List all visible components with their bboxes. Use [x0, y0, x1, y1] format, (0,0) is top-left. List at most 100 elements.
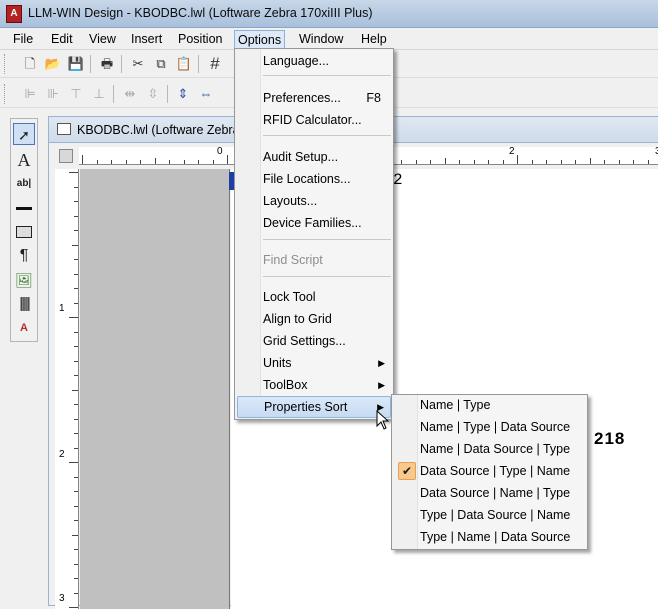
ruler-tick — [72, 534, 78, 536]
sort-datasource-name-type[interactable]: Data Source | Name | Type — [394, 483, 585, 503]
open-folder-icon[interactable]: 📂 — [43, 54, 63, 74]
ruler-tick — [589, 158, 591, 164]
ruler-tick — [74, 404, 78, 405]
ruler-label: 2 — [59, 449, 65, 460]
ruler-tick — [140, 160, 141, 164]
menu-help[interactable]: Help — [358, 31, 390, 48]
ruler-tick — [198, 160, 199, 164]
menu-item-lock-tool[interactable]: Lock Tool — [237, 287, 391, 307]
ruler-tick — [74, 418, 78, 420]
menu-item-label: Find Script — [263, 253, 323, 267]
align-right-icon[interactable]: ⊪ — [43, 84, 63, 104]
title-bar: A LLM-WIN Design - KBODBC.lwl (Loftware … — [0, 0, 658, 28]
menu-item-layouts[interactable]: Layouts... — [237, 191, 391, 211]
toolbar-separator — [121, 55, 122, 73]
ruler-tick — [74, 433, 78, 434]
menu-item-align-to-grid[interactable]: Align to Grid — [237, 309, 391, 329]
ruler-tick — [401, 160, 402, 164]
ruler-label: 1 — [59, 303, 65, 314]
save-icon[interactable]: 💾 — [66, 54, 86, 74]
ruler-tick — [74, 491, 78, 492]
sort-datasource-type-name[interactable]: ✔ Data Source | Type | Name — [394, 461, 585, 481]
ruler-tick — [531, 160, 533, 164]
menu-item-label: Language... — [263, 54, 330, 68]
menu-item-language[interactable]: Language... — [237, 51, 391, 71]
submenu-arrow-icon: ▶ — [378, 358, 385, 368]
ruler-tick — [74, 592, 78, 594]
menu-item-label: Lock Tool — [263, 290, 316, 304]
menu-separator — [263, 75, 391, 76]
ruler-tick — [74, 215, 78, 217]
toolbar-grip[interactable] — [4, 84, 7, 104]
center-vertical-icon[interactable]: ⇕ — [173, 84, 193, 104]
menu-item-label: Name | Data Source | Type — [420, 442, 571, 456]
menu-options[interactable]: Options — [234, 30, 286, 50]
menu-position[interactable]: Position — [175, 31, 225, 48]
space-horizontal-icon[interactable]: ⇹ — [120, 84, 140, 104]
ruler-tick — [74, 288, 78, 289]
sort-name-type[interactable]: Name | Type — [394, 395, 585, 415]
copy-icon[interactable]: ⧉ — [151, 54, 171, 74]
paragraph-tool-icon[interactable]: ¶ — [13, 245, 35, 267]
ruler-tick — [74, 230, 78, 231]
cut-icon[interactable]: ✂ — [128, 54, 148, 74]
line-tool-icon[interactable] — [13, 197, 35, 219]
menu-edit[interactable]: Edit — [48, 31, 76, 48]
rectangle-tool-icon[interactable] — [13, 221, 35, 243]
ruler-tick — [430, 160, 431, 164]
barcode-tool-icon[interactable]: ||||| — [13, 293, 35, 315]
ruler-tick — [125, 160, 127, 164]
ruler-tick — [647, 160, 649, 164]
sort-name-type-datasource[interactable]: Name | Type | Data Source — [394, 417, 585, 437]
field-tool-icon[interactable]: ab| — [13, 173, 35, 195]
menu-item-label: ToolBox — [263, 378, 308, 392]
menu-item-device-families[interactable]: Device Families... — [237, 213, 391, 233]
menu-item-label: Device Families... — [263, 216, 362, 230]
toolbar-grip[interactable] — [4, 54, 7, 74]
menu-item-grid-settings[interactable]: Grid Settings... — [237, 331, 391, 351]
image-tool-icon[interactable]: 🖼 — [13, 269, 35, 291]
center-horizontal-icon[interactable]: ⇔ — [196, 84, 216, 104]
ruler-label: 2 — [509, 146, 515, 157]
menu-item-units[interactable]: Units ▶ — [237, 353, 391, 373]
menu-item-toolbox[interactable]: ToolBox ▶ — [237, 375, 391, 395]
text-tool-icon[interactable]: A — [13, 149, 35, 171]
new-file-icon[interactable]: 🗋 — [20, 54, 40, 74]
align-left-icon[interactable]: ⊫ — [20, 84, 40, 104]
ruler-tick — [618, 160, 620, 164]
ruler-tick — [96, 160, 98, 164]
paste-icon[interactable]: 📋 — [174, 54, 194, 74]
toolbar-separator — [167, 85, 168, 103]
mouse-cursor-icon — [376, 410, 390, 430]
ruler-corner[interactable] — [59, 149, 73, 163]
ruler-tick — [502, 160, 504, 164]
menu-item-label: Preferences... — [263, 91, 341, 105]
sort-type-datasource-name[interactable]: Type | Data Source | Name — [394, 505, 585, 525]
grid-icon[interactable]: # — [205, 54, 225, 74]
ruler-tick — [74, 578, 78, 579]
menu-item-rfid-calculator[interactable]: RFID Calculator... — [237, 110, 391, 130]
ruler-tick — [74, 375, 78, 376]
print-icon[interactable]: 🖶 — [97, 54, 117, 74]
menu-item-file-locations[interactable]: File Locations... — [237, 169, 391, 189]
space-vertical-icon[interactable]: ⇳ — [143, 84, 163, 104]
menu-item-audit-setup[interactable]: Audit Setup... — [237, 147, 391, 167]
sort-type-name-datasource[interactable]: Type | Name | Data Source — [394, 527, 585, 547]
menu-window[interactable]: Window — [296, 31, 346, 48]
pointer-tool-icon[interactable]: ➚ — [13, 123, 35, 145]
ruler-tick — [72, 244, 78, 246]
rfid-tool-icon[interactable]: A — [13, 317, 35, 339]
menu-item-preferences[interactable]: Preferences... F8 — [237, 88, 391, 108]
align-top-icon[interactable]: ⊤ — [66, 84, 86, 104]
menu-view[interactable]: View — [86, 31, 119, 48]
align-bottom-icon[interactable]: ⊥ — [89, 84, 109, 104]
menu-item-label: Properties Sort — [264, 400, 348, 414]
sort-name-datasource-type[interactable]: Name | Data Source | Type — [394, 439, 585, 459]
menu-insert[interactable]: Insert — [128, 31, 165, 48]
menu-item-properties-sort[interactable]: Properties Sort ▶ — [237, 396, 391, 418]
toolbar-separator — [90, 55, 91, 73]
menu-file[interactable]: File — [10, 31, 36, 48]
menu-bar: File Edit View Insert Position Options W… — [0, 28, 658, 50]
barcode-field[interactable]: 218 — [594, 429, 625, 449]
label-text-field[interactable]: 2 — [393, 171, 403, 189]
